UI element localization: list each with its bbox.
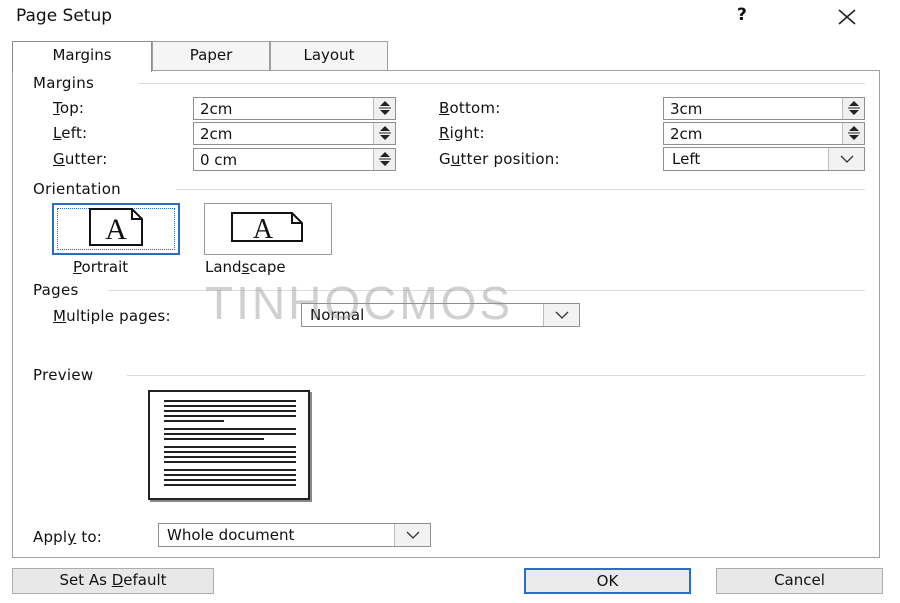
preview-line: [164, 420, 224, 422]
apply-to-value: Whole document: [167, 526, 295, 544]
pages-group-label: Pages: [33, 281, 79, 299]
landscape-button[interactable]: A: [204, 203, 332, 255]
spin-arrows-icon[interactable]: [373, 98, 395, 119]
cancel-button[interactable]: Cancel: [716, 568, 883, 594]
margins-group-label: Margins: [33, 74, 95, 92]
orientation-group-label: Orientation: [33, 180, 121, 198]
gutter-stepper[interactable]: 0 cm: [193, 148, 396, 171]
chevron-down-icon[interactable]: [543, 304, 579, 326]
preview-line: [164, 461, 296, 463]
landscape-label: Landscape: [205, 258, 286, 276]
preview-line: [164, 433, 296, 435]
bottom-margin-value: 3cm: [670, 100, 703, 118]
preview-line: [164, 400, 296, 402]
svg-text:A: A: [253, 214, 274, 245]
apply-to-select[interactable]: Whole document: [158, 523, 431, 547]
gutter-position-label: Gutter position:: [439, 150, 560, 168]
gutter-value: 0 cm: [200, 151, 238, 169]
top-margin-value: 2cm: [200, 100, 233, 118]
preview-group-label: Preview: [33, 366, 94, 384]
bottom-label: Bottom:: [439, 99, 501, 117]
apply-to-label: Apply to:: [33, 528, 103, 546]
orientation-divider: [176, 189, 865, 190]
tab-margins[interactable]: Margins: [12, 41, 152, 72]
tab-paper-label: Paper: [189, 46, 233, 64]
bottom-margin-stepper[interactable]: 3cm: [663, 97, 865, 120]
spin-arrows-icon[interactable]: [373, 123, 395, 144]
preview-line: [164, 410, 296, 412]
preview-line: [164, 479, 296, 481]
tab-layout-label: Layout: [303, 46, 355, 64]
preview-line: [164, 405, 296, 407]
preview-line: [164, 474, 296, 476]
watermark-text: TINHOCMOS: [205, 277, 514, 329]
left-margin-value: 2cm: [200, 125, 233, 143]
gutter-label: Gutter:: [53, 150, 108, 168]
gutter-position-select[interactable]: Left: [663, 147, 865, 171]
svg-text:A: A: [105, 213, 127, 246]
top-label: Top:: [53, 99, 85, 117]
spin-arrows-icon[interactable]: [842, 98, 864, 119]
portrait-label: Portrait: [73, 258, 129, 276]
chevron-down-icon[interactable]: [828, 148, 864, 170]
close-icon[interactable]: [834, 4, 860, 30]
top-margin-stepper[interactable]: 2cm: [193, 97, 396, 120]
portrait-button[interactable]: A: [52, 203, 180, 255]
tab-paper[interactable]: Paper: [152, 41, 270, 71]
right-margin-stepper[interactable]: 2cm: [663, 122, 865, 145]
right-margin-value: 2cm: [670, 125, 703, 143]
title-bar: Page Setup ?: [0, 0, 900, 36]
left-margin-stepper[interactable]: 2cm: [193, 122, 396, 145]
left-label: Left:: [53, 124, 88, 142]
preview-line: [164, 484, 296, 486]
landscape-page-icon: A: [230, 209, 306, 249]
tab-layout[interactable]: Layout: [270, 41, 388, 71]
preview-line: [164, 451, 296, 453]
spin-arrows-icon[interactable]: [373, 149, 395, 170]
preview-line: [164, 415, 296, 417]
help-icon[interactable]: ?: [737, 5, 747, 25]
margins-divider: [138, 83, 865, 84]
preview-line: [164, 446, 296, 448]
set-as-default-button[interactable]: Set As Default: [12, 568, 214, 594]
preview-line: [164, 469, 296, 471]
ok-button[interactable]: OK: [524, 568, 691, 594]
preview-line: [164, 456, 296, 458]
portrait-page-icon: A: [84, 207, 148, 251]
right-label: Right:: [439, 124, 485, 142]
multiple-pages-label: Multiple pages:: [53, 307, 171, 325]
gutter-position-value: Left: [672, 150, 701, 168]
chevron-down-icon[interactable]: [394, 524, 430, 546]
spin-arrows-icon[interactable]: [842, 123, 864, 144]
preview-line: [164, 428, 296, 430]
tab-margins-label: Margins: [52, 46, 112, 64]
preview-line: [164, 438, 264, 440]
window-title: Page Setup: [16, 6, 113, 26]
preview-divider: [127, 375, 865, 376]
preview-page: [148, 390, 310, 500]
